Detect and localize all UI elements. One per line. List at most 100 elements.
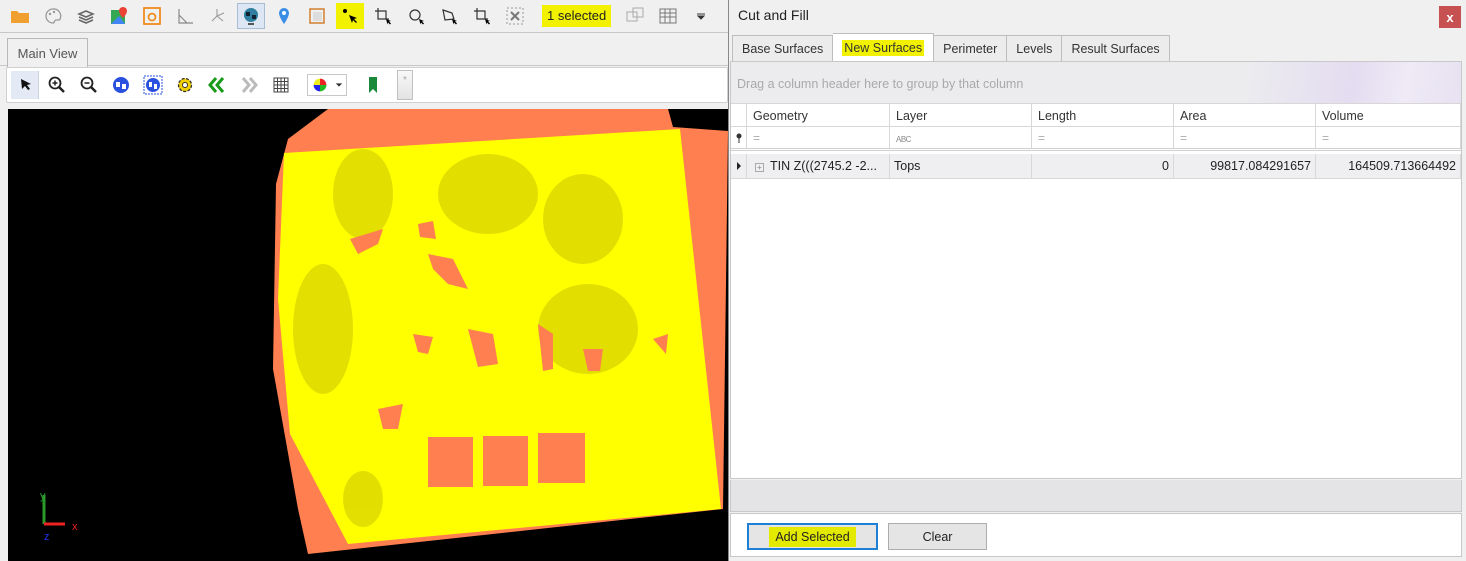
tab-result-surfaces[interactable]: Result Surfaces <box>1062 35 1170 62</box>
main-application: 1 selected Main View * y x z <box>0 0 728 561</box>
measure-button[interactable] <box>171 3 199 29</box>
layers-button[interactable] <box>72 3 100 29</box>
tab-levels[interactable]: Levels <box>1007 35 1063 62</box>
select-vertex-icon <box>375 8 391 25</box>
tab-label: Base Surfaces <box>742 41 824 56</box>
filter-geometry[interactable]: = <box>747 127 890 148</box>
column-header-volume[interactable]: Volume <box>1316 104 1461 126</box>
column-header-length[interactable]: Length <box>1032 104 1174 126</box>
select-polygon-button[interactable] <box>435 3 463 29</box>
dialog-title: Cut and Fill <box>738 7 809 23</box>
tab-label: Perimeter <box>943 41 998 56</box>
grid-footer <box>730 480 1462 512</box>
chevron-down-icon <box>335 83 342 87</box>
filter-pin-cell <box>731 127 747 148</box>
style-button[interactable] <box>39 3 67 29</box>
select-circle-button[interactable] <box>402 3 430 29</box>
color-palette-dropdown[interactable] <box>307 74 347 96</box>
zoom-in-button[interactable] <box>43 71 71 99</box>
location-button[interactable] <box>270 3 298 29</box>
settings-button[interactable] <box>171 71 199 99</box>
globe-icon <box>244 8 258 25</box>
select-rectangle-button[interactable] <box>468 3 496 29</box>
row-indicator <box>731 154 747 178</box>
clear-selection-icon <box>506 7 524 25</box>
bing-maps-button[interactable] <box>138 3 166 29</box>
bookmark-icon <box>369 77 377 93</box>
bing-maps-icon <box>143 7 161 25</box>
add-selected-button[interactable]: Add Selected <box>747 523 878 550</box>
layout-button[interactable] <box>303 3 331 29</box>
expand-icon[interactable]: + <box>755 163 764 172</box>
select-window-icon <box>626 7 644 22</box>
axes-button[interactable] <box>204 3 232 29</box>
tab-label: New Surfaces <box>842 40 925 56</box>
axis-z-label: z <box>44 531 50 543</box>
current-row-arrow-icon <box>736 162 741 170</box>
top-toolbar: 1 selected <box>0 0 728 33</box>
tab-new-surfaces[interactable]: New Surfaces <box>833 33 935 62</box>
zoom-full-button[interactable] <box>139 71 167 99</box>
table-icon <box>659 8 677 24</box>
pointer-icon <box>20 79 31 90</box>
grid-icon <box>273 77 289 93</box>
measure-angle-icon <box>178 9 193 24</box>
open-folder-button[interactable] <box>6 3 34 29</box>
cell-area: 99817.084291657 <box>1174 154 1316 178</box>
palette-icon <box>45 8 62 24</box>
tab-main-view[interactable]: Main View <box>7 38 88 67</box>
dialog-tabs: Base Surfaces New Surfaces Perimeter Lev… <box>732 33 1170 62</box>
filter-layer[interactable]: ABC <box>890 127 1032 148</box>
next-view-button[interactable] <box>235 71 263 99</box>
axis-y-label: y <box>40 490 46 502</box>
filter-volume[interactable]: = <box>1316 127 1461 148</box>
select-point-button[interactable] <box>336 3 364 29</box>
map-3d-viewport[interactable] <box>8 109 728 561</box>
cell-layer: Tops <box>890 154 1032 178</box>
bookmark-button[interactable] <box>359 71 387 99</box>
filter-area[interactable]: = <box>1174 127 1316 148</box>
tab-label: Levels <box>1016 41 1053 56</box>
star-button[interactable]: * <box>397 70 413 100</box>
zoom-extent-button[interactable] <box>107 71 135 99</box>
globe-extent-icon <box>113 77 129 93</box>
grid-header-row: Geometry Layer Length Area Volume <box>731 104 1461 127</box>
clear-selection-button[interactable] <box>501 3 529 29</box>
grid-button[interactable] <box>267 71 295 99</box>
add-selected-label: Add Selected <box>769 526 856 547</box>
tab-label: Result Surfaces <box>1071 41 1160 56</box>
column-header-geometry[interactable]: Geometry <box>747 104 890 126</box>
zoom-in-icon <box>48 76 65 93</box>
google-maps-button[interactable] <box>105 3 133 29</box>
table-row[interactable]: + TIN Z(((2745.2 -2... Tops 0 99817.08429… <box>731 154 1461 179</box>
close-button[interactable]: x <box>1439 6 1461 28</box>
cut-and-fill-dialog: Cut and Fill x Base Surfaces New Surface… <box>728 0 1466 561</box>
group-by-panel[interactable]: Drag a column header here to group by th… <box>731 62 1461 104</box>
globe-full-icon <box>143 75 163 95</box>
clear-button[interactable]: Clear <box>888 523 987 550</box>
select-circle-icon <box>409 9 424 25</box>
table-view-button[interactable] <box>654 3 682 29</box>
column-header-area[interactable]: Area <box>1174 104 1316 126</box>
selected-count-badge: 1 selected <box>542 5 612 27</box>
layout-frame-icon <box>309 8 325 24</box>
column-header-layer[interactable]: Layer <box>890 104 1032 126</box>
tab-perimeter[interactable]: Perimeter <box>934 35 1008 62</box>
select-vertex-button[interactable] <box>369 3 397 29</box>
text-filter-icon: ABC <box>896 135 911 144</box>
filter-length[interactable]: = <box>1032 127 1174 148</box>
select-window-button[interactable] <box>621 3 649 29</box>
zoom-out-button[interactable] <box>75 71 103 99</box>
tab-base-surfaces[interactable]: Base Surfaces <box>732 35 834 62</box>
globe-3d-button[interactable] <box>237 3 265 29</box>
previous-view-button[interactable] <box>203 71 231 99</box>
surface-render <box>273 109 728 554</box>
overflow-menu-button[interactable] <box>687 3 715 29</box>
color-palette-icon <box>313 78 326 92</box>
view-toolbar: * <box>6 67 728 103</box>
google-maps-icon <box>111 7 127 24</box>
pointer-button[interactable] <box>11 71 39 99</box>
auto-filter-row: = ABC = = = <box>731 127 1461 151</box>
document-tabstrip: Main View <box>0 34 728 67</box>
select-rectangle-icon <box>474 8 490 25</box>
